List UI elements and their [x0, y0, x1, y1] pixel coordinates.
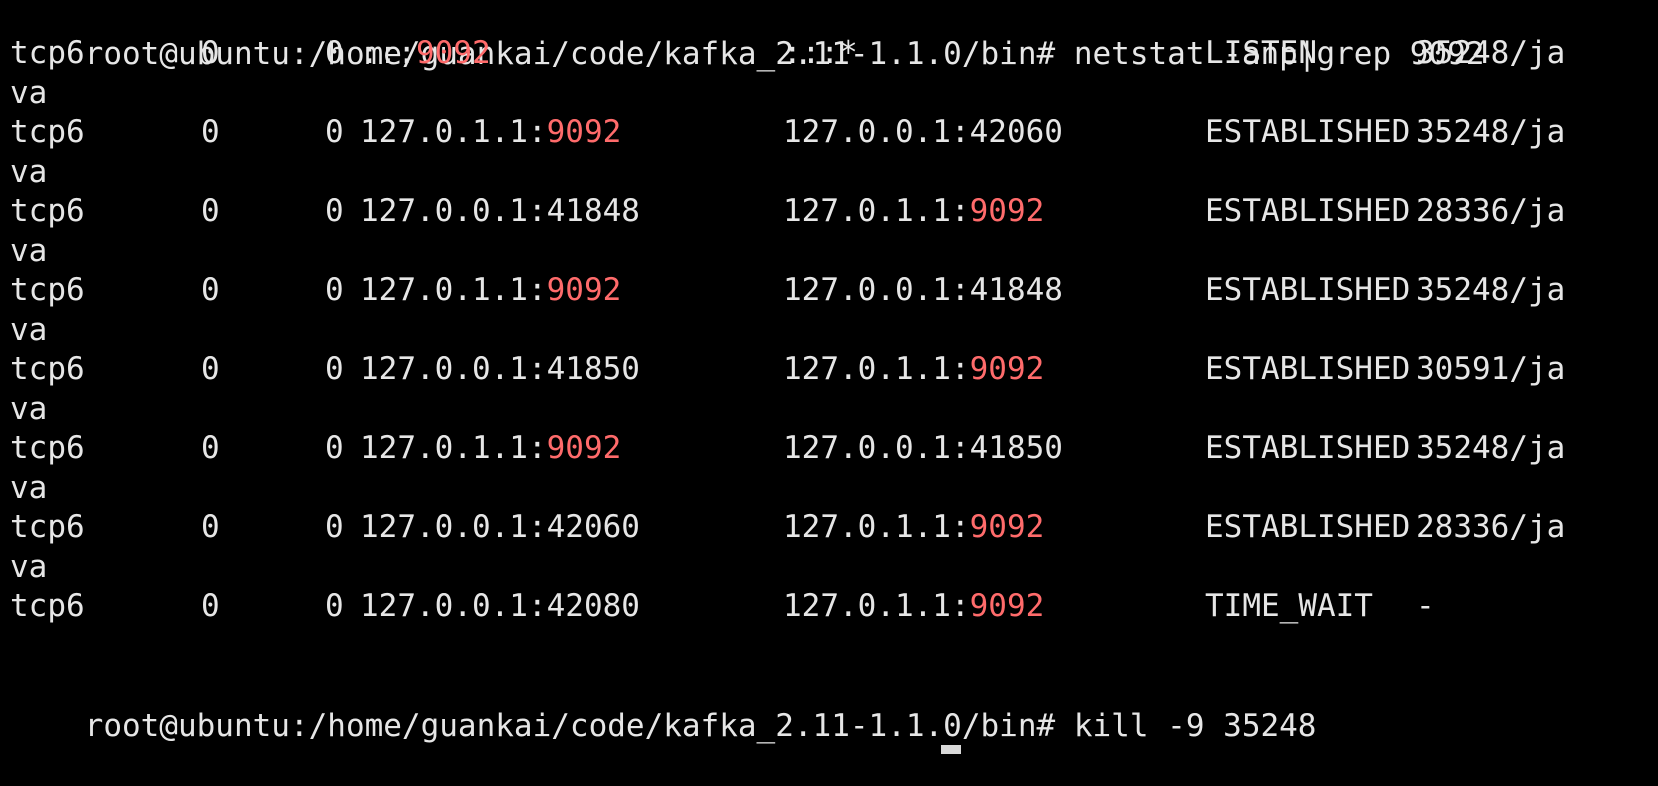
address-prefix: 127.0.1.1:: [783, 588, 970, 624]
foreign-address-cell: 127.0.1.1:9092: [783, 586, 1044, 626]
send-q-cell: 0: [325, 114, 344, 150]
pid-program-wrap: va: [10, 233, 48, 269]
proto-cell: tcp6: [10, 509, 85, 545]
send-q-cell: 0: [325, 35, 344, 71]
pid-program-cell: 30591/ja: [1416, 351, 1566, 387]
pid-program-cell: 35248/ja: [1416, 35, 1566, 71]
address-prefix: 127.0.1.1:: [783, 193, 970, 229]
terminal-cursor: [941, 745, 961, 754]
shell-prompt: root@ubuntu:/home/guankai/code/kafka_2.1…: [84, 36, 1056, 72]
pid-program-wrap: va: [10, 312, 48, 348]
kill-command[interactable]: kill -9 35248: [1074, 708, 1317, 744]
terminal-window[interactable]: root@ubuntu:/home/guankai/code/kafka_2.1…: [0, 0, 1658, 754]
port-highlight: 9092: [969, 193, 1045, 229]
command-line-netstat: root@ubuntu:/home/guankai/code/kafka_2.1…: [10, 0, 1485, 72]
state-cell: ESTABLISHED: [1205, 351, 1411, 387]
proto-cell: tcp6: [10, 272, 85, 308]
send-q-cell: 0: [325, 509, 344, 545]
address-prefix: 127.0.1.1:: [783, 351, 970, 387]
recv-q-cell: 0: [201, 193, 220, 229]
state-cell: ESTABLISHED: [1205, 509, 1411, 545]
address-prefix: 127.0.1.1:: [360, 272, 547, 308]
port-highlight: 9092: [969, 509, 1045, 545]
send-q-cell: 0: [325, 430, 344, 466]
shell-prompt: root@ubuntu:/home/guankai/code/kafka_2.1…: [84, 708, 1056, 744]
state-cell: LISTEN: [1205, 35, 1317, 71]
foreign-address-cell: 127.0.0.1:42060: [783, 114, 1063, 150]
recv-q-cell: 0: [201, 351, 220, 387]
local-address-cell: 127.0.0.1:42060: [360, 509, 640, 545]
address-prefix: 127.0.1.1:: [360, 114, 547, 150]
local-address-cell: 127.0.0.1:41848: [360, 193, 640, 229]
pid-program-wrap: va: [10, 154, 48, 190]
state-cell: ESTABLISHED: [1205, 193, 1411, 229]
send-q-cell: 0: [325, 351, 344, 387]
address-prefix: :::: [360, 35, 416, 71]
recv-q-cell: 0: [201, 430, 220, 466]
foreign-address-cell: 127.0.1.1:9092: [783, 507, 1044, 547]
proto-cell: tcp6: [10, 588, 85, 624]
pid-program-cell: 35248/ja: [1416, 272, 1566, 308]
send-q-cell: 0: [325, 272, 344, 308]
recv-q-cell: 0: [201, 272, 220, 308]
state-cell: ESTABLISHED: [1205, 272, 1411, 308]
pid-program-cell: 35248/ja: [1416, 114, 1566, 150]
local-address-cell: 127.0.0.1:41850: [360, 351, 640, 387]
proto-cell: tcp6: [10, 35, 85, 71]
foreign-address-cell: 127.0.1.1:9092: [783, 349, 1044, 389]
pid-program-wrap: va: [10, 470, 48, 506]
foreign-address-cell: 127.0.1.1:9092: [783, 191, 1044, 231]
proto-cell: tcp6: [10, 193, 85, 229]
proto-cell: tcp6: [10, 114, 85, 150]
address-prefix: 127.0.1.1:: [783, 509, 970, 545]
recv-q-cell: 0: [201, 588, 220, 624]
pid-program-cell: -: [1416, 588, 1435, 624]
local-address-cell: 127.0.1.1:9092: [360, 428, 621, 468]
port-highlight: 9092: [416, 35, 491, 71]
pid-program-wrap: va: [10, 75, 48, 111]
port-highlight: 9092: [546, 114, 622, 150]
state-cell: TIME_WAIT: [1205, 588, 1373, 624]
port-highlight: 9092: [969, 588, 1045, 624]
state-cell: ESTABLISHED: [1205, 430, 1411, 466]
local-address-cell: 127.0.1.1:9092: [360, 112, 621, 152]
proto-cell: tcp6: [10, 351, 85, 387]
local-address-cell: :::9092: [360, 33, 491, 73]
port-highlight: 9092: [546, 430, 622, 466]
pid-program-wrap: va: [10, 391, 48, 427]
recv-q-cell: 0: [201, 114, 220, 150]
local-address-cell: 127.0.0.1:42080: [360, 588, 640, 624]
address-prefix: 127.0.1.1:: [360, 430, 547, 466]
pid-program-cell: 28336/ja: [1416, 193, 1566, 229]
pid-program-cell: 28336/ja: [1416, 509, 1566, 545]
port-highlight: 9092: [969, 351, 1045, 387]
foreign-address-cell: :::*: [783, 35, 858, 71]
send-q-cell: 0: [325, 588, 344, 624]
pid-program-cell: 35248/ja: [1416, 430, 1566, 466]
send-q-cell: 0: [325, 193, 344, 229]
port-highlight: 9092: [546, 272, 622, 308]
recv-q-cell: 0: [201, 509, 220, 545]
foreign-address-cell: 127.0.0.1:41850: [783, 430, 1063, 466]
foreign-address-cell: 127.0.0.1:41848: [783, 272, 1063, 308]
state-cell: ESTABLISHED: [1205, 114, 1411, 150]
recv-q-cell: 0: [201, 35, 220, 71]
command-line-kill[interactable]: root@ubuntu:/home/guankai/code/kafka_2.1…: [10, 666, 1317, 744]
proto-cell: tcp6: [10, 430, 85, 466]
pid-program-wrap: va: [10, 549, 48, 585]
local-address-cell: 127.0.1.1:9092: [360, 270, 621, 310]
